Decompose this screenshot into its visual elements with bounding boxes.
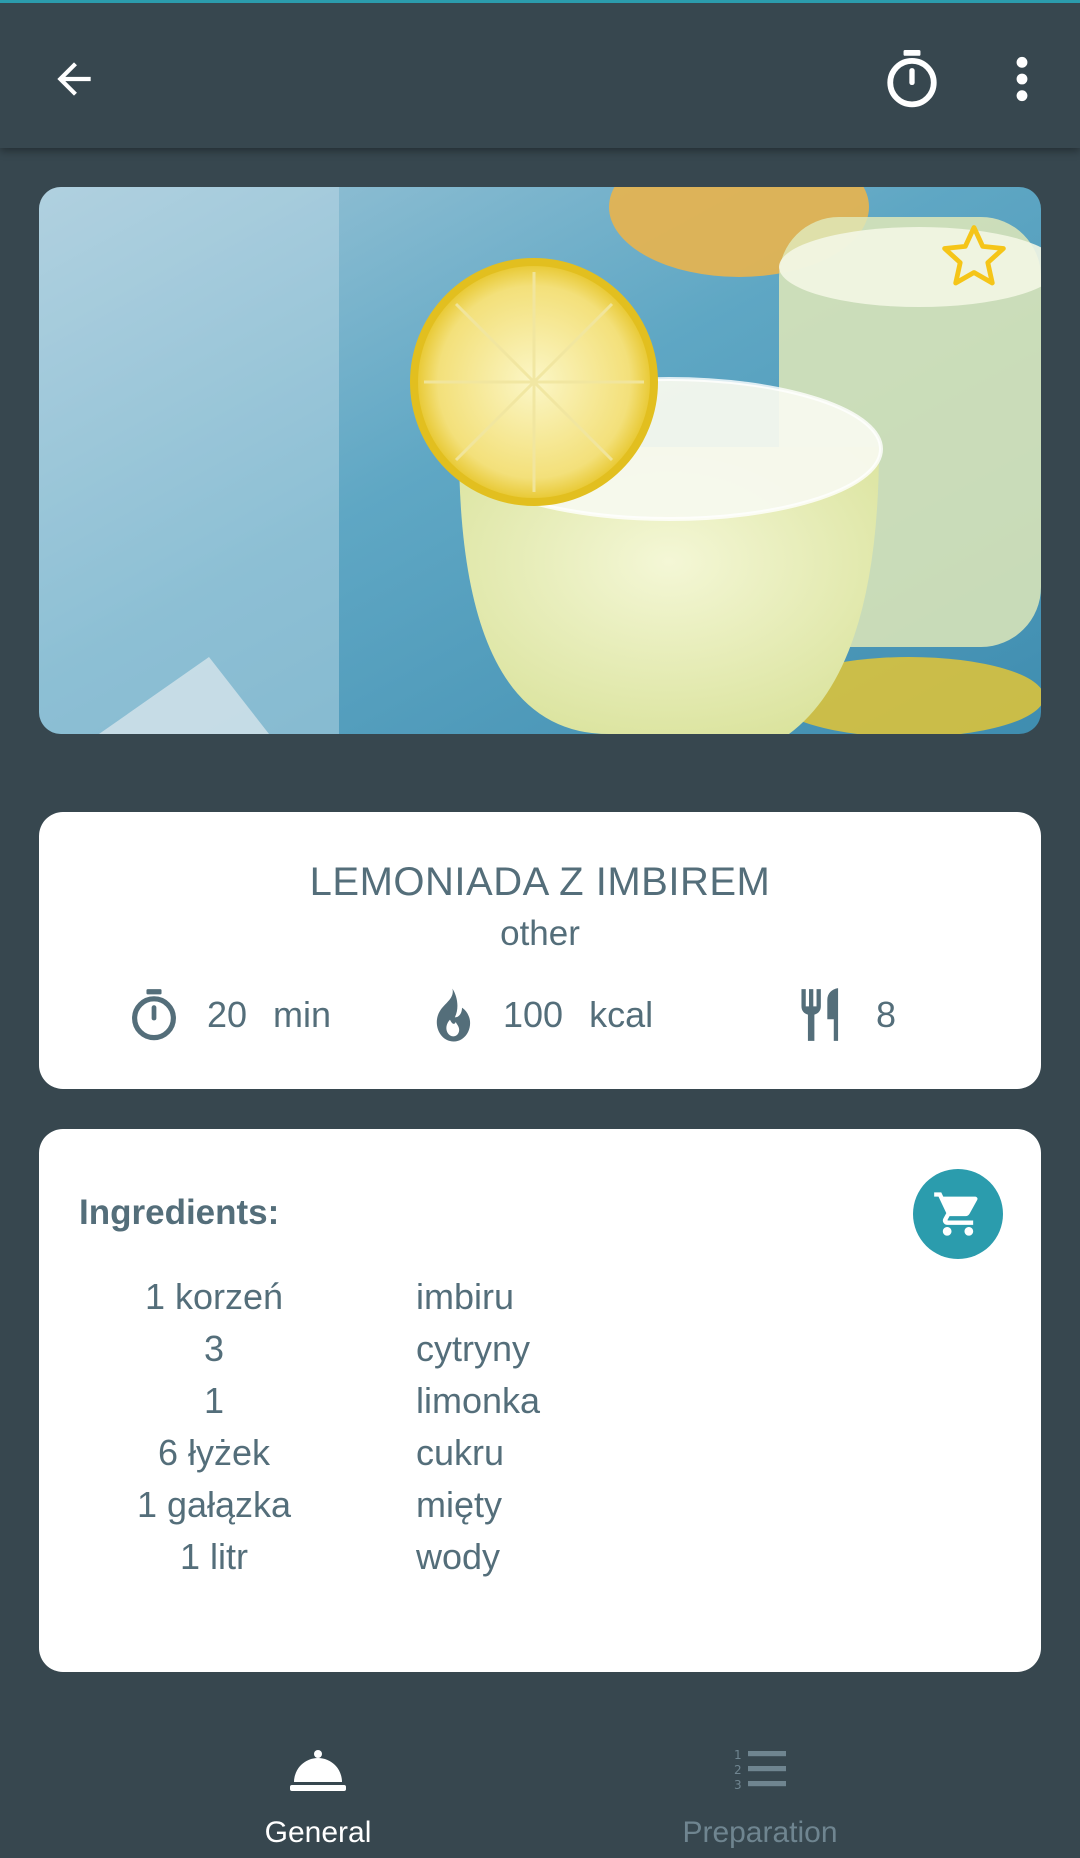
ingredient-name: limonka — [416, 1380, 541, 1421]
ingredient-quantity: 6 łyżek — [157, 1432, 271, 1473]
list-item: 1 gałązka mięty — [39, 1479, 1041, 1531]
recipe-photo — [39, 187, 1041, 734]
tab-preparation-label: Preparation — [682, 1816, 838, 1849]
list-item: 3 cytryny — [39, 1323, 1041, 1375]
tab-preparation[interactable]: 1 2 3 Preparation — [490, 1710, 1030, 1858]
svg-text:3: 3 — [734, 1778, 742, 1792]
recipe-info-card: LEMONIADA Z IMBIREM other 20 min 100 kca… — [39, 812, 1041, 1089]
ingredient-quantity: 1 gałązka — [136, 1484, 292, 1525]
calories-value: 100 — [503, 994, 564, 1035]
top-app-bar — [0, 0, 1080, 148]
list-item: 1 litr wody — [39, 1531, 1041, 1583]
ingredient-quantity: 1 litr — [179, 1536, 248, 1577]
bottom-navigation: General 1 2 3 Preparation — [0, 1710, 1080, 1858]
timer-button[interactable] — [876, 39, 948, 119]
flame-icon — [421, 985, 479, 1045]
svg-text:2: 2 — [734, 1763, 742, 1777]
ingredient-name: imbiru — [416, 1276, 515, 1317]
ingredient-name: wody — [416, 1536, 501, 1577]
ingredient-name: mięty — [416, 1484, 503, 1525]
overflow-menu-button[interactable] — [994, 43, 1050, 115]
ingredients-heading: Ingredients: — [79, 1193, 280, 1232]
prep-time-stat: 20 min — [125, 980, 331, 1050]
recipe-title: LEMONIADA Z IMBIREM — [309, 860, 771, 904]
servings-stat: 8 — [794, 980, 896, 1050]
recipe-category: other — [500, 914, 580, 953]
stopwatch-icon — [125, 985, 183, 1045]
cloche-icon — [290, 1740, 346, 1800]
back-button[interactable] — [38, 43, 110, 115]
list-item: 6 łyżek cukru — [39, 1427, 1041, 1479]
ingredient-quantity: 1 — [203, 1380, 225, 1421]
star-outline-icon — [942, 225, 1006, 286]
servings-value: 8 — [876, 994, 897, 1035]
ingredients-card: Ingredients: 1 korzeń imbiru 3 cytryny 1… — [39, 1129, 1041, 1672]
more-vert-icon — [1016, 56, 1028, 102]
list-item: 1 limonka — [39, 1375, 1041, 1427]
ingredient-name: cukru — [416, 1432, 505, 1473]
stopwatch-icon — [887, 50, 937, 108]
svg-text:1: 1 — [734, 1748, 742, 1762]
prep-time-value: 20 — [207, 994, 248, 1035]
fork-knife-icon — [794, 985, 852, 1045]
shopping-cart-icon — [934, 1192, 978, 1236]
ingredient-quantity: 1 korzeń — [144, 1276, 284, 1317]
ingredient-name: cytryny — [416, 1328, 531, 1369]
prep-time-unit: min — [273, 994, 332, 1035]
numbered-list-icon: 1 2 3 — [734, 1740, 786, 1800]
favorite-button[interactable] — [938, 220, 1010, 292]
list-item: 1 korzeń imbiru — [39, 1271, 1041, 1323]
ingredient-quantity: 3 — [203, 1328, 225, 1369]
tab-general-label: General — [264, 1816, 372, 1849]
arrow-back-icon — [57, 62, 91, 96]
calories-unit: kcal — [589, 994, 654, 1035]
ingredients-list: 1 korzeń imbiru 3 cytryny 1 limonka 6 ły… — [39, 1271, 1041, 1583]
calories-stat: 100 kcal — [421, 980, 653, 1050]
add-to-shopping-list-button[interactable] — [913, 1169, 1003, 1259]
